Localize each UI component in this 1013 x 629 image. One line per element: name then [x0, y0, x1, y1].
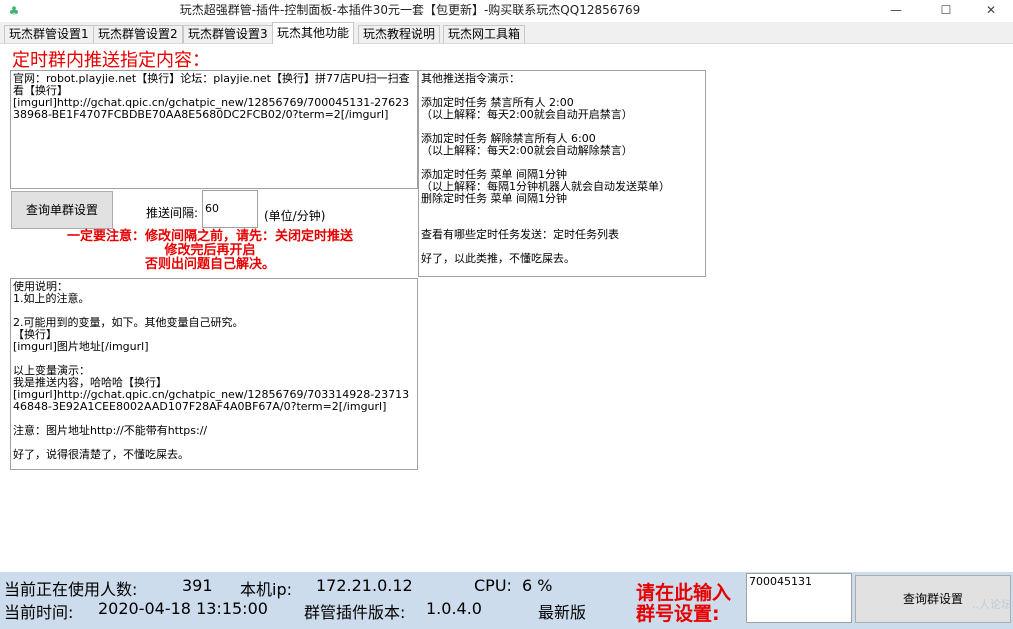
page-title: 定时群内推送指定内容：	[12, 50, 210, 71]
time-value: 2020-04-18 13:15:00	[98, 599, 268, 618]
version-label: 群管插件版本:	[304, 603, 406, 622]
interval-input[interactable]: 60	[202, 190, 258, 228]
usage-instructions-textarea[interactable]: 使用说明： 1.如上的注意。 2.可能用到的变量，如下。其他变量自己研究。 【换…	[10, 278, 418, 470]
commands-demo-textarea[interactable]: 其他推送指令演示： 添加定时任务 禁言所有人 2:00 （以上解释：每天2:00…	[418, 70, 706, 277]
watermark: ..人论坛	[972, 598, 1012, 611]
close-button[interactable]: ✕	[968, 0, 1013, 22]
version-value: 1.0.4.0	[426, 599, 482, 618]
latest-version-label: 最新版	[538, 603, 587, 622]
ip-value: 172.21.0.12	[316, 576, 413, 595]
tab-toolbox[interactable]: 玩杰网工具箱	[443, 25, 526, 43]
query-single-group-button[interactable]: 查询单群设置	[11, 191, 113, 229]
push-content-textarea[interactable]: 官网：robot.playjie.net【换行】论坛：playjie.net【换…	[10, 70, 418, 189]
group-number-prompt-line-1: 请在此输入	[636, 582, 732, 604]
ip-label: 本机ip:	[240, 580, 292, 599]
warning-line-1: 一定要注意：修改间隔之前，请先：关闭定时推送	[66, 229, 353, 244]
tab-settings-3[interactable]: 玩杰群管设置3	[183, 25, 273, 43]
tab-other-functions[interactable]: 玩杰其他功能	[272, 22, 355, 44]
cpu-value: 6 %	[522, 576, 553, 595]
window-title: 玩杰超强群管-插件-控制面板-本插件30元一套【包更新】-购买联系玩杰QQ128…	[179, 3, 641, 17]
maximize-button[interactable]: ☐	[923, 0, 969, 22]
tab-settings-2[interactable]: 玩杰群管设置2	[93, 25, 183, 43]
users-label: 当前正在使用人数:	[4, 580, 138, 599]
cpu-label: CPU:	[474, 576, 512, 595]
tab-settings-1[interactable]: 玩杰群管设置1	[4, 25, 94, 43]
tab-tutorial[interactable]: 玩杰教程说明	[358, 25, 441, 43]
interval-unit-label: (单位/分钟)	[264, 209, 326, 223]
warning-line-2: 修改完后再开启	[164, 243, 256, 258]
group-number-input[interactable]: 700045131	[746, 573, 852, 623]
minimize-button[interactable]: —	[873, 0, 919, 22]
users-value: 391	[182, 576, 213, 595]
time-label: 当前时间:	[4, 603, 74, 622]
interval-label: 推送间隔:	[146, 206, 199, 220]
warning-line-3: 否则出问题自己解决。	[144, 257, 275, 272]
group-number-prompt-line-2: 群号设置:	[636, 603, 720, 625]
